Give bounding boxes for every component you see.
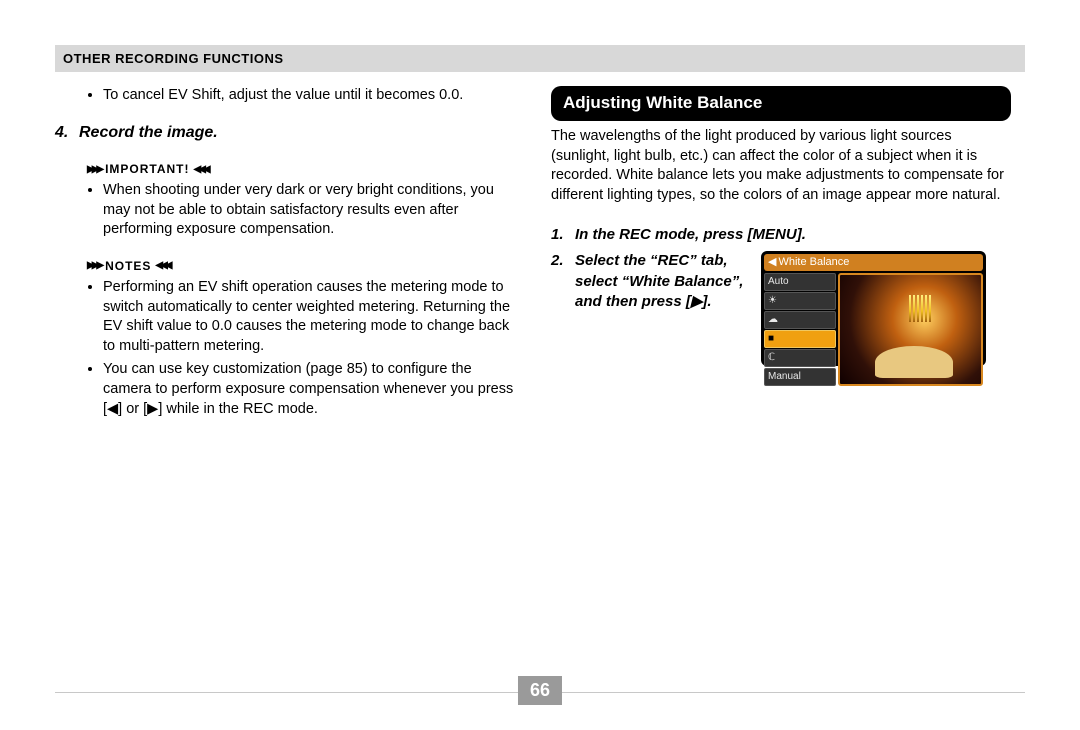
lcd-preview-image bbox=[838, 273, 983, 386]
lcd-menu-item: ☁ bbox=[764, 311, 836, 329]
step-number: 4. bbox=[55, 122, 79, 144]
bullet-text: When shooting under very dark or very br… bbox=[103, 181, 515, 240]
bullet-text: To cancel EV Shift, adjust the value unt… bbox=[103, 86, 515, 106]
important-heading: ▶▶▶ IMPORTANT! ◀◀◀ bbox=[87, 161, 515, 177]
two-column-layout: To cancel EV Shift, adjust the value unt… bbox=[55, 86, 1025, 423]
notes-heading: ▶▶▶ NOTES ◀◀◀ bbox=[87, 258, 515, 274]
step-1: 1. In the REC mode, press [MENU]. bbox=[551, 225, 1011, 245]
chevron-left-icon: ◀◀◀ bbox=[155, 259, 169, 273]
section-intro: The wavelengths of the light produced by… bbox=[551, 127, 1011, 205]
step-2: 2. Select the “REC” tab, select “White B… bbox=[551, 251, 749, 312]
lcd-menu-item: ☀ bbox=[764, 292, 836, 310]
cake-icon bbox=[875, 346, 953, 379]
left-arrow-icon: ◀ bbox=[768, 255, 776, 270]
chevron-right-icon: ▶▶▶ bbox=[87, 259, 101, 273]
lcd-body: Auto ☀ ☁ ■ ℂ Manual bbox=[764, 273, 983, 386]
notes-label: NOTES bbox=[105, 258, 151, 274]
step-text: In the REC mode, press [MENU]. bbox=[575, 225, 806, 245]
important-label: IMPORTANT! bbox=[105, 161, 189, 177]
lcd-menu-item: ℂ bbox=[764, 349, 836, 367]
page-footer: 66 bbox=[0, 676, 1080, 710]
lcd-menu-item: Auto bbox=[764, 273, 836, 291]
lcd-menu: Auto ☀ ☁ ■ ℂ Manual bbox=[764, 273, 836, 386]
lcd-menu-item-selected: ■ bbox=[764, 330, 836, 348]
chevron-left-icon: ◀◀◀ bbox=[194, 163, 208, 177]
step-4: 4. Record the image. bbox=[55, 122, 515, 144]
lcd-menu-item: Manual bbox=[764, 368, 836, 386]
important-list: When shooting under very dark or very br… bbox=[87, 181, 515, 240]
section-header: Other Recording Functions bbox=[55, 45, 1025, 72]
step-number: 1. bbox=[551, 225, 575, 245]
step-text: Select the “REC” tab, select “White Bala… bbox=[575, 251, 749, 312]
step-number: 2. bbox=[551, 251, 575, 312]
lcd-title-text: White Balance bbox=[778, 255, 849, 270]
bullet-text: You can use key customization (page 85) … bbox=[103, 360, 515, 419]
step-2-row: 2. Select the “REC” tab, select “White B… bbox=[551, 251, 1011, 366]
chevron-right-icon: ▶▶▶ bbox=[87, 163, 101, 177]
lcd-title-bar: ◀ White Balance bbox=[764, 254, 983, 271]
camera-lcd-illustration: ◀ White Balance Auto ☀ ☁ ■ ℂ Manual bbox=[761, 251, 986, 366]
candle-flames-icon bbox=[899, 295, 941, 322]
manual-page: Other Recording Functions To cancel EV S… bbox=[0, 0, 1080, 730]
page-number: 66 bbox=[518, 676, 562, 705]
left-column: To cancel EV Shift, adjust the value unt… bbox=[55, 86, 515, 423]
right-column: Adjusting White Balance The wavelengths … bbox=[551, 86, 1011, 423]
notes-list: Performing an EV shift operation causes … bbox=[87, 278, 515, 419]
bullet-text: Performing an EV shift operation causes … bbox=[103, 278, 515, 356]
bullet-list: To cancel EV Shift, adjust the value unt… bbox=[87, 86, 515, 106]
section-title-pill: Adjusting White Balance bbox=[551, 86, 1011, 121]
step-text: Record the image. bbox=[79, 122, 218, 144]
